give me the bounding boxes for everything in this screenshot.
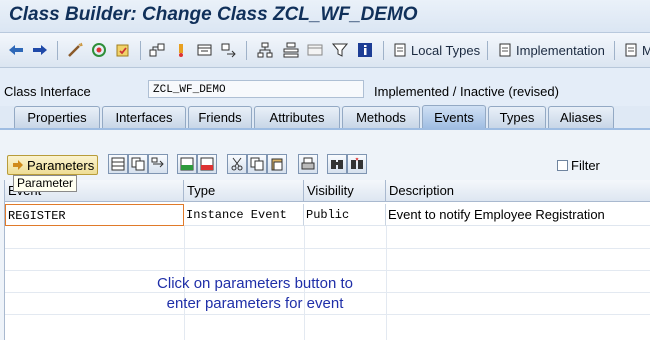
display-change-icon[interactable] [66, 41, 84, 59]
tab-interfaces[interactable]: Interfaces [102, 106, 186, 128]
tab-friends[interactable]: Friends [188, 106, 252, 128]
pointer-icon[interactable] [172, 41, 190, 59]
tab-attributes[interactable]: Attributes [254, 106, 340, 128]
tab-types[interactable]: Types [488, 106, 546, 128]
class-status-text: Implemented / Inactive (revised) [374, 84, 559, 99]
filter-label: Filter [571, 158, 600, 173]
row-divider [5, 314, 650, 315]
find-next-icon[interactable] [347, 154, 367, 174]
delete-row-icon[interactable] [197, 154, 217, 174]
parameters-label: Parameters [27, 157, 95, 173]
object-list-icon[interactable] [196, 41, 214, 59]
window-title: Class Builder: Change Class ZCL_WF_DEMO [9, 4, 418, 25]
tab-properties[interactable]: Properties [14, 106, 100, 128]
arrow-right-icon [13, 160, 23, 170]
tab-methods[interactable]: Methods [342, 106, 420, 128]
event-visibility-cell[interactable]: Public [304, 204, 386, 226]
separator [383, 41, 384, 60]
back-arrow-icon[interactable] [7, 41, 25, 59]
paste-icon[interactable] [267, 154, 287, 174]
local-types-label: Local Types [411, 42, 481, 58]
separator [140, 41, 141, 60]
info-icon[interactable] [356, 41, 374, 59]
find-icon[interactable] [327, 154, 347, 174]
document-icon [625, 43, 637, 57]
document-icon [394, 43, 406, 57]
column-header-type[interactable]: Type [184, 180, 304, 202]
implementation-label: Implementation [516, 42, 605, 58]
tab-events[interactable]: Events [422, 105, 486, 129]
event-name-cell[interactable]: REGISTER [5, 204, 184, 226]
event-type-cell[interactable]: Instance Event [184, 204, 304, 226]
row-divider [5, 270, 650, 271]
title-bar: Class Builder: Change Class ZCL_WF_DEMO [0, 0, 650, 33]
tab-aliases[interactable]: Aliases [548, 106, 614, 128]
separator [246, 41, 247, 60]
macros-button[interactable]: M [624, 40, 650, 60]
events-table: Event Type Visibility Description REGIST… [4, 180, 650, 340]
column-header-visibility[interactable]: Visibility [304, 180, 386, 202]
implementation-button[interactable]: Implementation [498, 40, 605, 60]
separator [614, 41, 615, 60]
insert-row-icon[interactable] [108, 154, 128, 174]
local-types-button[interactable]: Local Types [393, 40, 480, 60]
class-interface-field[interactable]: ZCL_WF_DEMO [148, 80, 364, 98]
window-icon[interactable] [306, 41, 324, 59]
print-icon[interactable] [298, 154, 318, 174]
hierarchy-icon[interactable] [256, 41, 274, 59]
move-icon[interactable] [148, 154, 168, 174]
document-icon [499, 43, 511, 57]
annotation-line-2: enter parameters for event [166, 295, 344, 312]
filter-icon[interactable] [331, 41, 349, 59]
column-header-description[interactable]: Description [386, 180, 650, 202]
filter-checkbox[interactable]: Filter [557, 158, 600, 173]
tab-strip: Properties Interfaces Friends Attributes… [0, 104, 650, 130]
separator [487, 41, 488, 60]
parameters-button[interactable]: Parameters [7, 155, 98, 175]
activate-icon[interactable] [90, 41, 108, 59]
structure-icon[interactable] [282, 41, 300, 59]
forward-arrow-icon[interactable] [31, 41, 49, 59]
event-description-cell[interactable]: Event to notify Employee Registration [386, 204, 650, 226]
annotation-line-1: Click on parameters button to [157, 275, 353, 292]
application-toolbar: Local Types Implementation M [0, 33, 650, 68]
copy-row-icon[interactable] [128, 154, 148, 174]
instruction-annotation: Click on parameters button to enter para… [120, 274, 390, 314]
separator [57, 41, 58, 60]
where-used-icon[interactable] [148, 41, 166, 59]
copy-icon[interactable] [247, 154, 267, 174]
navigate-icon[interactable] [220, 41, 238, 59]
checkbox-box[interactable] [557, 160, 568, 171]
parameters-tooltip: Parameter [13, 175, 77, 192]
append-icon[interactable] [177, 154, 197, 174]
class-interface-label: Class Interface [4, 84, 91, 99]
cut-icon[interactable] [227, 154, 247, 174]
macros-label: M [642, 42, 650, 58]
check-icon[interactable] [114, 41, 132, 59]
row-divider [5, 248, 650, 249]
